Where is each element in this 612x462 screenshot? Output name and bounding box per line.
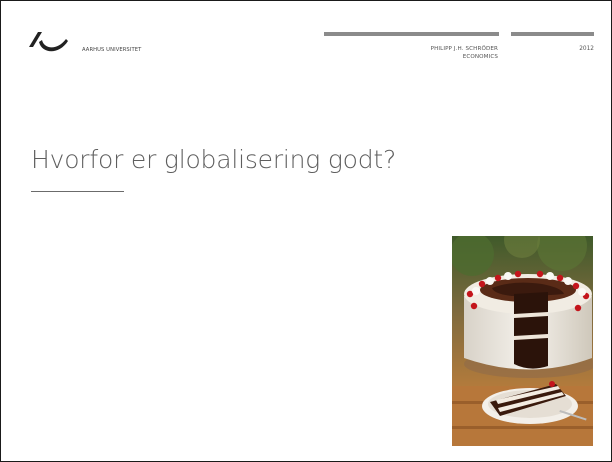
aarhus-university-logo-icon bbox=[29, 32, 68, 52]
slide-title: Hvorfor er globalisering godt? bbox=[31, 145, 397, 174]
title-underline bbox=[31, 191, 124, 192]
header-rule-right bbox=[511, 32, 594, 36]
author-name: PHILIPP J.H. SCHRÖDER bbox=[430, 46, 498, 52]
institution-name: AARHUS UNIVERSITET bbox=[82, 47, 142, 53]
author-block: PHILIPP J.H. SCHRÖDER ECONOMICS bbox=[381, 46, 498, 61]
slide: AARHUS UNIVERSITET PHILIPP J.H. SCHRÖDER… bbox=[0, 0, 612, 462]
header-rule-left bbox=[324, 32, 499, 36]
author-department: ECONOMICS bbox=[462, 53, 498, 60]
cake-photo bbox=[452, 236, 593, 446]
year-label: 2012 bbox=[579, 46, 594, 52]
